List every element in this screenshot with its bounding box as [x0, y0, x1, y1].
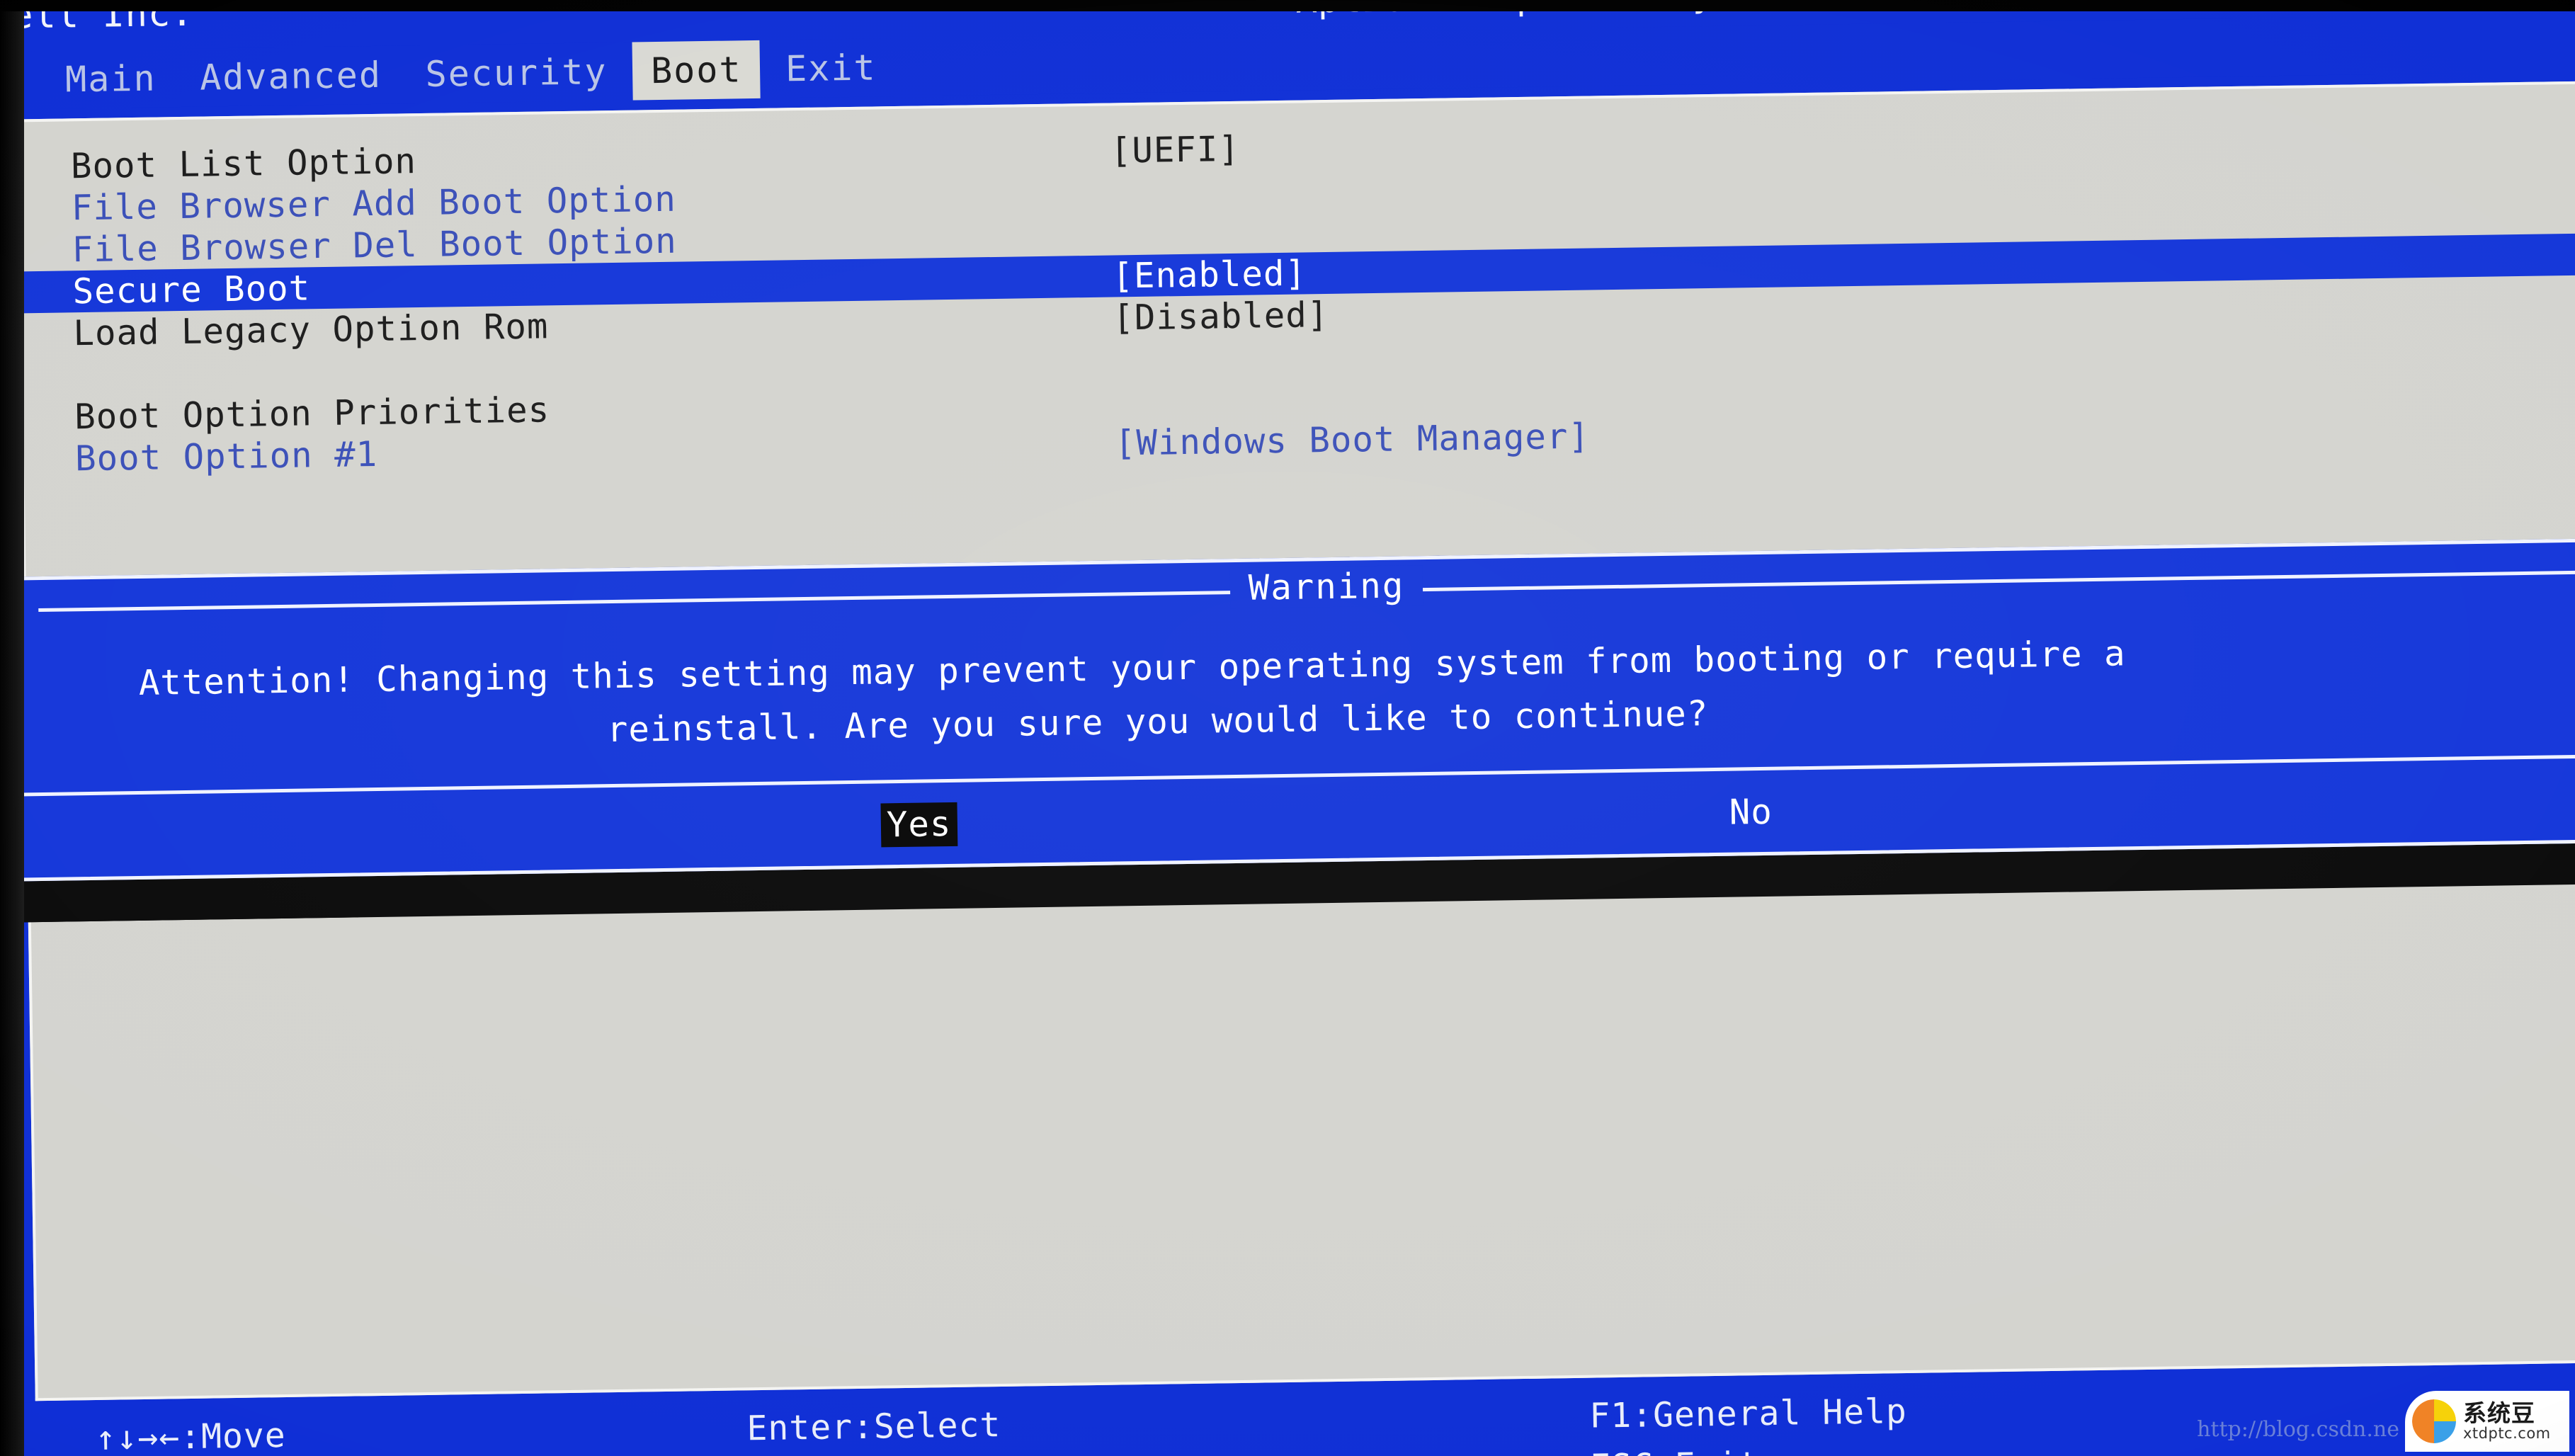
setting-value: [Disabled]	[1112, 294, 1329, 339]
section-label: Boot Option Priorities	[74, 389, 550, 438]
monitor-bezel-left	[0, 0, 24, 1456]
help-column-2: Enter:Select F10:Save and Exit	[746, 1398, 1108, 1456]
no-button[interactable]: No	[1723, 790, 1778, 835]
tab-exit[interactable]: Exit	[767, 38, 896, 100]
setting-value: [UEFI]	[1110, 128, 1241, 171]
help-column-3: F1:General Help ESC:Exit	[1589, 1386, 1909, 1456]
dialog-drop-shadow-left	[17, 876, 358, 923]
help-move: ↑↓→←:Move	[95, 1415, 287, 1456]
bios-screen: Dell Inc. Aptio Setup Utility - American…	[0, 0, 2575, 1456]
pie-logo-icon	[2412, 1399, 2456, 1443]
bios-photo: Dell Inc. Aptio Setup Utility - American…	[0, 0, 2575, 1456]
tab-security[interactable]: Security	[407, 42, 626, 106]
watermark-brand-cn: 系统豆	[2463, 1399, 2535, 1427]
dialog-title-text: Warning	[1229, 565, 1423, 609]
tab-main[interactable]: Main	[47, 49, 176, 110]
setting-value: [Windows Boot Manager]	[1114, 416, 1591, 464]
setting-label: Load Legacy Option Rom	[73, 306, 549, 354]
setting-label: Secure Boot	[72, 268, 311, 312]
monitor-bezel-top	[0, 0, 2575, 11]
setting-value: [Enabled]	[1112, 253, 1307, 297]
watermark-logo: 系统豆 xtdptc.com	[2405, 1391, 2569, 1452]
settings-list: Boot List Option [UEFI] File Browser Add…	[19, 84, 2575, 481]
help-general-help: F1:General Help	[1588, 1392, 1908, 1436]
help-column-1: ↑↓→←:Move F9:Load Defaults	[95, 1408, 435, 1456]
watermark-brand-en: xtdptc.com	[2463, 1425, 2551, 1443]
watermark-brand: 系统豆 xtdptc.com	[2463, 1399, 2551, 1443]
tab-advanced[interactable]: Advanced	[181, 45, 401, 108]
help-select: Enter:Select	[746, 1405, 1001, 1449]
warning-dialog: Warning Attention! Changing this setting…	[13, 538, 2575, 882]
watermark-url: http://blog.csdn.ne	[2197, 1417, 2399, 1442]
yes-button[interactable]: Yes	[880, 802, 957, 848]
tab-boot[interactable]: Boot	[632, 40, 761, 102]
setting-label: Boot Option #1	[74, 433, 378, 479]
dialog-message: Attention! Changing this setting may pre…	[18, 620, 2575, 766]
setting-label: Boot List Option	[70, 141, 417, 187]
